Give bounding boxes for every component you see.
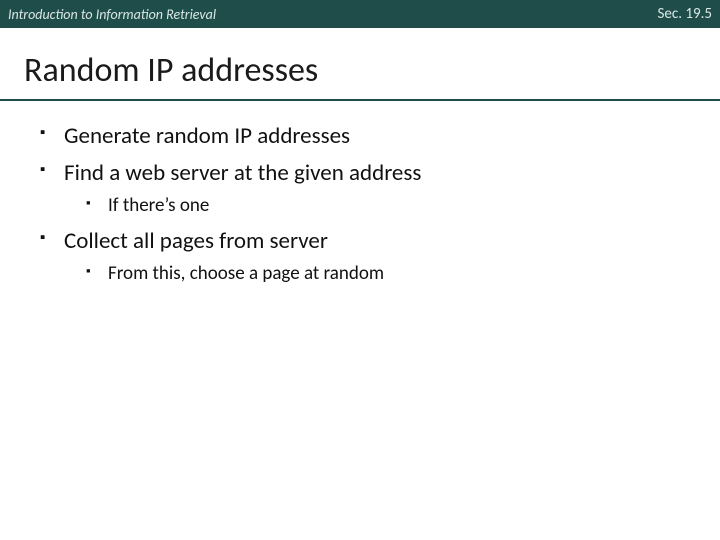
list-item: Collect all pages from server From this,… [40,226,688,288]
bullet-list: Generate random IP addresses Find a web … [40,121,688,287]
slide-content: Generate random IP addresses Find a web … [0,101,720,287]
bullet-text: If there’s one [108,194,209,217]
bullet-text: Find a web server at the given address [64,159,421,187]
bullet-sublist: From this, choose a page at random [64,261,688,288]
section-label: Sec. 19.5 [658,5,712,23]
list-item: If there’s one [64,193,688,220]
list-item: Find a web server at the given address I… [40,158,688,220]
list-item: From this, choose a page at random [64,261,688,288]
list-item: Generate random IP addresses [40,121,688,152]
bullet-text: Generate random IP addresses [64,122,350,150]
bullet-sublist: If there’s one [64,193,688,220]
slide: Introduction to Information Retrieval Se… [0,0,720,540]
slide-title: Random IP addresses [0,28,720,99]
bullet-text: From this, choose a page at random [108,262,384,285]
bullet-text: Collect all pages from server [64,227,328,255]
slide-header: Introduction to Information Retrieval Se… [0,0,720,28]
course-title: Introduction to Information Retrieval [8,6,216,23]
